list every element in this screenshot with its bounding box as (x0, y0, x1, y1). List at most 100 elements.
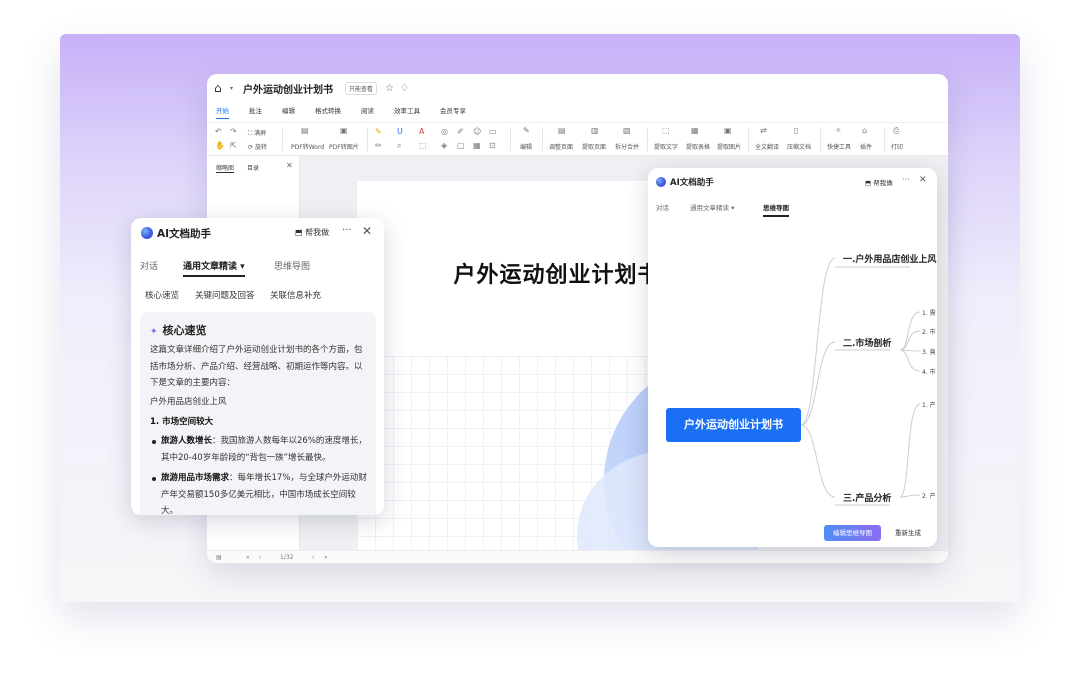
summary-intro: 这篇文章详细介绍了户外运动创业计划书的各个方面，包括市场分析、产品介绍、经营战略… (150, 345, 363, 388)
title-bar: ⌂ ▾ 户外运动创业计划书 只能查看 ☆ ♢ (207, 74, 948, 102)
mindmap-root-node[interactable]: 户外运动创业计划书 (666, 408, 801, 442)
regenerate-button[interactable]: 重新生成 (886, 525, 930, 541)
mindmap-leaf[interactable]: 2. 市 (922, 327, 936, 336)
select-icon[interactable]: ⇱ (230, 141, 237, 150)
stamp-icon[interactable]: ▭ (489, 127, 497, 136)
tab-edit[interactable]: 编辑 (282, 105, 295, 119)
bell-icon[interactable]: ♢ (400, 83, 409, 94)
card-heading: ✦ 核心速览 (150, 324, 207, 337)
quick-tools-button[interactable]: 快捷工具 (827, 142, 851, 151)
attach-icon[interactable]: ⊡ (489, 141, 496, 150)
note-icon[interactable]: ▢ (457, 141, 465, 150)
read-only-badge[interactable]: 只能查看 (345, 81, 378, 95)
shape-icon[interactable]: ◎ (441, 127, 448, 136)
highlight-icon[interactable]: ✎ (375, 127, 382, 136)
extract-image-button[interactable]: 提取图片 (717, 142, 741, 151)
emoji-icon[interactable]: ☺ (473, 127, 481, 136)
plugins-button[interactable]: 插件 (860, 142, 872, 151)
mindmap-branch[interactable]: 三.产品分析 (843, 491, 891, 504)
sidebar-toggle-icon[interactable]: ▤ (216, 554, 222, 561)
extract-page-icon: ▥ (591, 126, 599, 135)
mindmap-leaf[interactable]: 4. 市 (922, 367, 936, 376)
close-icon[interactable]: ✕ (919, 175, 927, 185)
compress-icon: ▯ (794, 126, 799, 135)
tab-outline[interactable]: 目录 (247, 163, 259, 172)
mindmap-leaf[interactable]: 1. 需 (922, 308, 936, 317)
edit-mindmap-button[interactable]: 编辑思维导图 (824, 525, 881, 541)
search-icon[interactable]: ⌕ (397, 141, 401, 151)
tab-close-reading[interactable]: 通用文章精读 ▾ (183, 259, 245, 277)
ai-logo-icon (141, 227, 153, 239)
tab-read[interactable]: 阅读 (361, 105, 374, 119)
text-color-icon[interactable]: A (419, 127, 424, 136)
page-indicator[interactable]: 1/32 (280, 554, 293, 561)
first-page-icon[interactable]: « (246, 554, 250, 561)
pen-icon[interactable]: ✐ (457, 127, 464, 136)
panel-title: AI文档助手 (670, 178, 714, 188)
split-merge-button[interactable]: 拆分合并 (615, 142, 639, 151)
extract-image-icon: ▣ (724, 126, 732, 135)
summary-bullet: 旅游用品市场需求：每年增长17%，与全球户外运动财产年交易额150多亿美元相比，… (150, 470, 368, 515)
tab-mindmap[interactable]: 思维导图 (763, 202, 789, 217)
document-title: 户外运动创业计划书 (243, 84, 334, 96)
pdf-to-image-button[interactable]: PDF转图片 (329, 142, 359, 151)
tab-chat[interactable]: 对话 (140, 259, 158, 272)
tab-annotate[interactable]: 批注 (249, 105, 262, 119)
mindmap-branch[interactable]: 二.市场剖析 (843, 336, 891, 349)
extract-page-button[interactable]: 提取页面 (582, 142, 606, 151)
plugins-icon: ⌂ (862, 126, 868, 135)
mindmap-leaf[interactable]: 1. 产 (922, 400, 936, 409)
more-icon[interactable]: ··· (902, 175, 910, 184)
tab-efficiency[interactable]: 效率工具 (394, 105, 420, 119)
mindmap-leaf[interactable]: 2. 产 (922, 491, 936, 500)
tab-close-reading[interactable]: 通用文章精读 ▾ (690, 202, 734, 212)
pencil-icon[interactable]: ✏ (375, 141, 382, 150)
mindmap-branch[interactable]: 一.户外用品店创业上风 (843, 252, 936, 265)
help-me-button[interactable]: ⬒ 帮我做 (865, 177, 893, 187)
pdf-to-image-icon: ▣ (340, 126, 348, 135)
underline-icon[interactable]: U (397, 127, 403, 136)
tab-chat[interactable]: 对话 (656, 202, 669, 212)
tab-convert[interactable]: 格式转换 (315, 105, 341, 119)
adjust-page-button[interactable]: 调整页面 (549, 142, 573, 151)
next-page-icon[interactable]: › (312, 554, 314, 561)
home-icon[interactable]: ⌂ (214, 81, 228, 95)
rotate-button[interactable]: ⟳ 旋转 (248, 142, 267, 151)
chevron-down-icon[interactable]: ▾ (230, 85, 233, 92)
edit-button[interactable]: 编辑 (520, 142, 532, 151)
fullscreen-button[interactable]: ⛶ 满屏 (248, 128, 266, 138)
tab-start[interactable]: 开始 (216, 105, 229, 119)
star-icon[interactable]: ☆ (385, 83, 394, 94)
edit-icon: ✎ (523, 126, 530, 135)
compress-button[interactable]: 压缩文档 (787, 142, 811, 151)
redo-icon[interactable]: ↷ (230, 127, 237, 136)
extract-text-button[interactable]: 提取文字 (654, 142, 678, 151)
undo-icon[interactable]: ↶ (215, 127, 222, 136)
chip-key-questions[interactable]: 关键问题及回答 (195, 289, 255, 301)
chip-core-overview[interactable]: 核心速览 (145, 289, 179, 301)
chip-related-info[interactable]: 关联信息补充 (270, 289, 321, 301)
tab-mindmap[interactable]: 思维导图 (274, 259, 310, 272)
summary-subtitle: 户外用品店创业上风 (150, 397, 227, 407)
image-icon[interactable]: ▦ (473, 141, 481, 150)
print-icon: ⎙ (893, 126, 900, 135)
hand-icon[interactable]: ✋ (215, 141, 225, 150)
tab-thumbnails[interactable]: 缩略图 (216, 163, 235, 173)
close-icon[interactable]: ✕ (362, 224, 372, 238)
extract-table-button[interactable]: 提取表格 (686, 142, 710, 151)
more-icon[interactable]: ··· (342, 225, 352, 236)
tab-member[interactable]: 会员专享 (440, 105, 466, 119)
translate-icon: ⇄ (760, 126, 767, 135)
full-translate-button[interactable]: 全文翻译 (755, 142, 779, 151)
area-icon[interactable]: ⬚ (419, 141, 427, 150)
adjust-page-icon: ▤ (558, 126, 566, 135)
ribbon-toolbar: ↶ ↷ ✋ ⇱ ⛶ 满屏 ⟳ 旋转 ▤ PDF转Word ▣ PDF转图片 ✎ … (207, 122, 948, 156)
last-page-icon[interactable]: » (324, 554, 328, 561)
prev-page-icon[interactable]: ‹ (259, 554, 261, 561)
print-button[interactable]: 打印 (891, 142, 903, 151)
mindmap-leaf[interactable]: 3. 竟 (922, 347, 936, 356)
close-icon[interactable]: ✕ (286, 161, 293, 170)
help-me-button[interactable]: ⬒ 帮我做 (295, 227, 329, 238)
pdf-to-word-button[interactable]: PDF转Word (291, 142, 324, 151)
eraser-icon[interactable]: ◈ (441, 141, 447, 150)
